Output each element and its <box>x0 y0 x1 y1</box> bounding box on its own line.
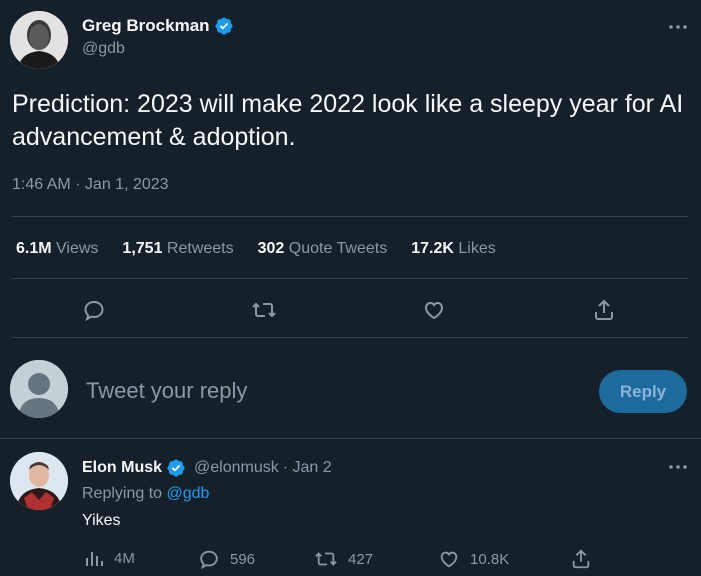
divider <box>12 216 688 217</box>
divider <box>12 278 688 279</box>
share-icon <box>572 549 590 569</box>
author-avatar[interactable] <box>10 11 68 69</box>
more-dots-icon <box>669 465 687 469</box>
author-name-row: Greg Brockman <box>82 16 234 36</box>
retweet-icon <box>315 552 337 566</box>
default-avatar-icon <box>10 360 68 418</box>
tweet-actions <box>0 297 701 325</box>
quotes-count: 302 <box>257 240 285 257</box>
author-handle[interactable]: @gdb <box>82 40 125 58</box>
verified-badge-icon <box>215 17 233 35</box>
likes-label: Likes <box>458 240 496 257</box>
retweets-label: Retweets <box>166 240 234 257</box>
share-button[interactable] <box>591 297 617 323</box>
likes-stat[interactable]: 17.2K Likes <box>411 240 496 258</box>
reply-share-button[interactable] <box>570 548 592 570</box>
reply-views-button[interactable]: 4M <box>84 548 135 568</box>
reply-author-row: Elon Musk @elonmusk · Jan 2 <box>82 458 332 478</box>
replying-to-line: Replying to @gdb <box>82 485 209 503</box>
retweets-stat[interactable]: 1,751 Retweets <box>122 240 233 258</box>
replying-mention-link[interactable]: @gdb <box>167 485 210 502</box>
reply-author-handle[interactable]: @elonmusk <box>194 459 279 477</box>
quotes-label: Quote Tweets <box>288 240 388 257</box>
retweet-icon <box>252 302 276 318</box>
replying-prefix: Replying to <box>82 485 163 502</box>
more-dots-icon <box>669 25 687 29</box>
reply-likes-button[interactable]: 10.8K <box>438 548 509 570</box>
likes-count: 17.2K <box>411 240 454 257</box>
author-name[interactable]: Greg Brockman <box>82 16 210 36</box>
reply-author-avatar[interactable] <box>10 452 68 510</box>
reply-button[interactable] <box>81 297 107 323</box>
retweets-count: 1,751 <box>122 240 163 257</box>
reply-submit-button[interactable]: Reply <box>599 370 687 413</box>
views-count: 6.1M <box>16 240 52 257</box>
reply-icon <box>200 550 218 570</box>
heart-icon <box>440 551 458 568</box>
retweet-button[interactable] <box>251 297 277 323</box>
verified-badge-icon <box>167 459 185 477</box>
divider <box>0 438 701 439</box>
reply-date[interactable]: · Jan 2 <box>283 459 332 477</box>
divider <box>12 337 688 338</box>
reply-likes-count: 10.8K <box>470 550 510 568</box>
tweet-timestamp[interactable]: 1:46 AM · Jan 1, 2023 <box>12 176 169 194</box>
reply-replies-button[interactable]: 596 <box>198 548 255 570</box>
heart-icon <box>424 301 444 320</box>
reply-replies-count: 596 <box>230 550 256 568</box>
reply-more-options-button[interactable] <box>666 457 690 477</box>
reply-actions: 4M 596 427 10.8K <box>0 548 701 572</box>
reply-input[interactable] <box>84 377 578 405</box>
analytics-icon <box>86 552 103 566</box>
quotes-stat[interactable]: 302 Quote Tweets <box>258 240 388 258</box>
reply-retweets-count: 427 <box>348 550 374 568</box>
reply-author-avatar-image <box>10 452 68 510</box>
user-avatar <box>10 360 68 418</box>
reply-retweets-button[interactable]: 427 <box>314 548 373 570</box>
reply-icon <box>84 300 104 322</box>
reply-author-name[interactable]: Elon Musk <box>82 459 162 477</box>
author-avatar-image <box>10 11 68 69</box>
reply-views-count: 4M <box>114 549 135 567</box>
views-stat[interactable]: 6.1M Views <box>16 240 98 258</box>
share-icon <box>595 299 613 320</box>
tweet-text: Prediction: 2023 will make 2022 look lik… <box>12 90 684 151</box>
tweet-stats: 6.1M Views 1,751 Retweets 302 Quote Twee… <box>16 240 520 258</box>
like-button[interactable] <box>421 297 447 323</box>
reply-text: Yikes <box>82 512 121 529</box>
more-options-button[interactable] <box>666 17 690 37</box>
views-label: Views <box>56 240 99 257</box>
